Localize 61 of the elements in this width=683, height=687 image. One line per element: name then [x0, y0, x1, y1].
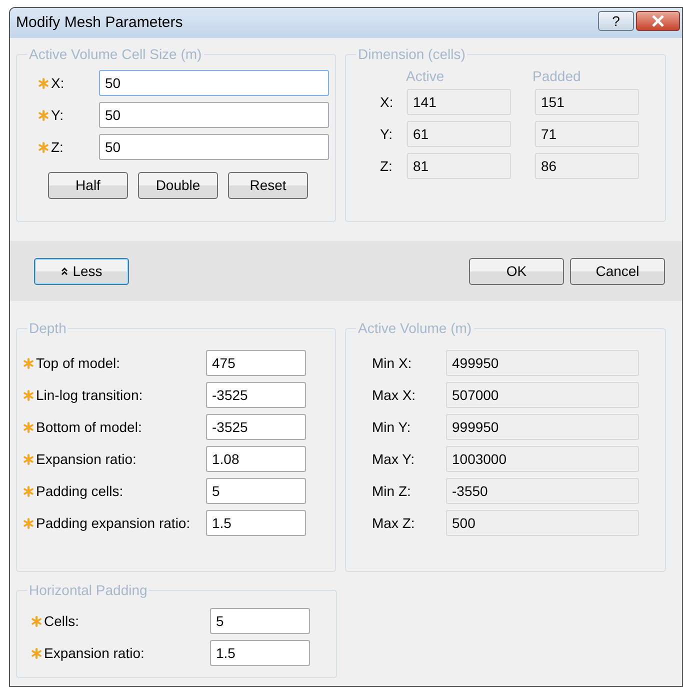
less-button[interactable]: Less — [34, 258, 129, 284]
row-label: Z: — [380, 156, 394, 176]
action-button[interactable]: Double — [138, 172, 218, 199]
text-field[interactable]: 61 — [407, 121, 511, 147]
action-button[interactable]: Half — [48, 172, 128, 199]
text-field[interactable]: -3525 — [206, 382, 306, 408]
text-field[interactable]: 475 — [206, 350, 306, 376]
text-field[interactable]: -3525 — [206, 414, 306, 440]
text-field[interactable]: 50 — [99, 102, 329, 128]
text-field[interactable]: 71 — [535, 121, 639, 147]
text-field[interactable]: 50 — [99, 134, 329, 160]
field-label: Y: — [51, 106, 64, 124]
dialog-button[interactable]: Cancel — [570, 258, 665, 284]
field-label: X: — [51, 74, 66, 92]
text-field[interactable]: 1.5 — [206, 510, 306, 536]
text-field[interactable]: 81 — [407, 153, 511, 179]
field-label: Max X: — [372, 386, 417, 404]
group-title: Dimension (cells) — [357, 46, 466, 62]
action-button[interactable]: Reset — [228, 172, 308, 199]
field-label: Top of model: — [36, 354, 122, 373]
field-label: Max Y: — [372, 450, 416, 468]
text-field[interactable]: 507000 — [446, 382, 639, 408]
text-field[interactable]: 5 — [206, 478, 306, 504]
help-button[interactable]: ? — [598, 11, 634, 31]
text-field[interactable]: 499950 — [446, 350, 639, 376]
text-field[interactable]: 1.5 — [210, 640, 310, 666]
column-header: Padded — [532, 67, 582, 86]
row-label: Y: — [380, 124, 394, 144]
group-title: Active Volume Cell Size (m) — [28, 46, 203, 62]
close-button[interactable] — [636, 11, 680, 31]
window-title: Modify Mesh Parameters — [16, 12, 183, 33]
group-title: Depth — [28, 320, 68, 336]
group-title: Horizontal Padding — [28, 582, 148, 598]
field-label: Expansion ratio: — [36, 450, 138, 469]
field-label: Padding expansion ratio: — [36, 514, 192, 533]
text-field[interactable]: 500 — [446, 510, 639, 536]
field-label: Lin-log transition: — [36, 386, 144, 405]
field-label: Min X: — [372, 354, 413, 372]
text-field[interactable]: 5 — [210, 608, 310, 634]
close-icon — [651, 15, 665, 27]
field-label: Expansion ratio: — [44, 644, 146, 663]
text-field[interactable]: 151 — [535, 89, 639, 115]
row-label: X: — [380, 92, 394, 112]
text-field[interactable]: 141 — [407, 89, 511, 115]
text-field[interactable]: 1.08 — [206, 446, 306, 472]
text-field[interactable]: -3550 — [446, 478, 639, 504]
field-label: Cells: — [44, 612, 80, 630]
dialog-button[interactable]: OK — [469, 258, 564, 284]
field-label: Padding cells: — [36, 482, 124, 501]
text-field[interactable]: 1003000 — [446, 446, 639, 472]
field-label: Min Z: — [372, 482, 412, 500]
text-field[interactable]: 50 — [99, 70, 329, 96]
field-label: Max Z: — [372, 514, 416, 532]
group-title: Active Volume (m) — [357, 320, 473, 336]
field-label: Min Y: — [372, 418, 412, 436]
field-label: Bottom of model: — [36, 418, 143, 436]
field-label: Z: — [51, 138, 64, 156]
chevrons-up-icon — [60, 266, 68, 276]
column-header: Active — [406, 67, 446, 86]
text-field[interactable]: 999950 — [446, 414, 639, 440]
text-field[interactable]: 86 — [535, 153, 639, 179]
